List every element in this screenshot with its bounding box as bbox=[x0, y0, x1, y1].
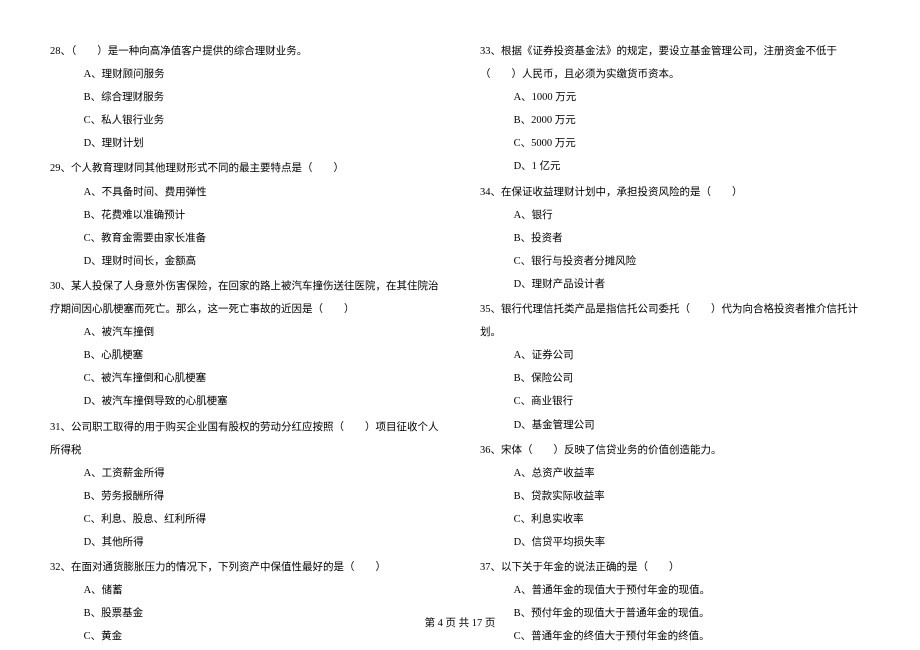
question-option: D、被汽车撞倒导致的心肌梗塞 bbox=[50, 390, 440, 413]
question-option: A、1000 万元 bbox=[480, 86, 870, 109]
question-option: A、银行 bbox=[480, 204, 870, 227]
question-option: B、贷款实际收益率 bbox=[480, 485, 870, 508]
question-37: 37、以下关于年金的说法正确的是（ ） A、普通年金的现值大于预付年金的现值。 … bbox=[480, 556, 870, 650]
question-option: D、其他所得 bbox=[50, 531, 440, 554]
question-option: D、理财时间长，金额高 bbox=[50, 250, 440, 273]
question-option: D、理财产品设计者 bbox=[480, 273, 870, 296]
right-column: 33、根据《证券投资基金法》的规定，要设立基金管理公司，注册资金不低于（ ）人民… bbox=[480, 40, 870, 650]
question-option: C、银行与投资者分摊风险 bbox=[480, 250, 870, 273]
question-34: 34、在保证收益理财计划中，承担投资风险的是（ ） A、银行 B、投资者 C、银… bbox=[480, 181, 870, 296]
question-option: A、被汽车撞倒 bbox=[50, 321, 440, 344]
question-option: B、劳务报酬所得 bbox=[50, 485, 440, 508]
question-option: B、花费难以准确预计 bbox=[50, 204, 440, 227]
question-33: 33、根据《证券投资基金法》的规定，要设立基金管理公司，注册资金不低于（ ）人民… bbox=[480, 40, 870, 179]
question-option: C、商业银行 bbox=[480, 390, 870, 413]
question-option: C、教育金需要由家长准备 bbox=[50, 227, 440, 250]
question-option: A、总资产收益率 bbox=[480, 462, 870, 485]
question-option: C、5000 万元 bbox=[480, 132, 870, 155]
question-option: B、心肌梗塞 bbox=[50, 344, 440, 367]
question-option: A、工资薪金所得 bbox=[50, 462, 440, 485]
question-stem: 29、个人教育理财同其他理财形式不同的最主要特点是（ ） bbox=[50, 157, 440, 180]
question-stem: 33、根据《证券投资基金法》的规定，要设立基金管理公司，注册资金不低于（ ）人民… bbox=[480, 40, 870, 86]
exam-page: 28、（ ）是一种向高净值客户提供的综合理财业务。 A、理财顾问服务 B、综合理… bbox=[0, 0, 920, 650]
question-option: B、保险公司 bbox=[480, 367, 870, 390]
question-option: C、利息实收率 bbox=[480, 508, 870, 531]
question-stem: 34、在保证收益理财计划中，承担投资风险的是（ ） bbox=[480, 181, 870, 204]
question-32: 32、在面对通货膨胀压力的情况下，下列资产中保值性最好的是（ ） A、储蓄 B、… bbox=[50, 556, 440, 650]
question-option: A、不具备时间、费用弹性 bbox=[50, 181, 440, 204]
question-36: 36、宋体（ ）反映了信贷业务的价值创造能力。 A、总资产收益率 B、贷款实际收… bbox=[480, 439, 870, 554]
question-stem: 31、公司职工取得的用于购买企业国有股权的劳动分红应按照（ ）项目征收个人所得税 bbox=[50, 416, 440, 462]
question-31: 31、公司职工取得的用于购买企业国有股权的劳动分红应按照（ ）项目征收个人所得税… bbox=[50, 416, 440, 555]
question-option: A、普通年金的现值大于预付年金的现值。 bbox=[480, 579, 870, 602]
question-option: D、基金管理公司 bbox=[480, 414, 870, 437]
question-option: C、利息、股息、红利所得 bbox=[50, 508, 440, 531]
question-option: B、2000 万元 bbox=[480, 109, 870, 132]
question-option: A、证券公司 bbox=[480, 344, 870, 367]
question-stem: 37、以下关于年金的说法正确的是（ ） bbox=[480, 556, 870, 579]
question-option: B、投资者 bbox=[480, 227, 870, 250]
question-35: 35、银行代理信托类产品是指信托公司委托（ ）代为向合格投资者推介信托计划。 A… bbox=[480, 298, 870, 437]
question-stem: 36、宋体（ ）反映了信贷业务的价值创造能力。 bbox=[480, 439, 870, 462]
page-footer: 第 4 页 共 17 页 bbox=[0, 615, 920, 630]
question-option: B、综合理财服务 bbox=[50, 86, 440, 109]
two-column-layout: 28、（ ）是一种向高净值客户提供的综合理财业务。 A、理财顾问服务 B、综合理… bbox=[50, 40, 870, 650]
question-option: A、储蓄 bbox=[50, 579, 440, 602]
question-option: D、信贷平均损失率 bbox=[480, 531, 870, 554]
question-option: C、私人银行业务 bbox=[50, 109, 440, 132]
question-30: 30、某人投保了人身意外伤害保险，在回家的路上被汽车撞伤送往医院，在其住院治疗期… bbox=[50, 275, 440, 414]
question-option: C、被汽车撞倒和心肌梗塞 bbox=[50, 367, 440, 390]
left-column: 28、（ ）是一种向高净值客户提供的综合理财业务。 A、理财顾问服务 B、综合理… bbox=[50, 40, 440, 650]
question-29: 29、个人教育理财同其他理财形式不同的最主要特点是（ ） A、不具备时间、费用弹… bbox=[50, 157, 440, 272]
question-option: D、1 亿元 bbox=[480, 155, 870, 178]
question-option: D、理财计划 bbox=[50, 132, 440, 155]
question-28: 28、（ ）是一种向高净值客户提供的综合理财业务。 A、理财顾问服务 B、综合理… bbox=[50, 40, 440, 155]
question-option: A、理财顾问服务 bbox=[50, 63, 440, 86]
question-stem: 28、（ ）是一种向高净值客户提供的综合理财业务。 bbox=[50, 40, 440, 63]
question-stem: 32、在面对通货膨胀压力的情况下，下列资产中保值性最好的是（ ） bbox=[50, 556, 440, 579]
question-stem: 35、银行代理信托类产品是指信托公司委托（ ）代为向合格投资者推介信托计划。 bbox=[480, 298, 870, 344]
question-stem: 30、某人投保了人身意外伤害保险，在回家的路上被汽车撞伤送往医院，在其住院治疗期… bbox=[50, 275, 440, 321]
